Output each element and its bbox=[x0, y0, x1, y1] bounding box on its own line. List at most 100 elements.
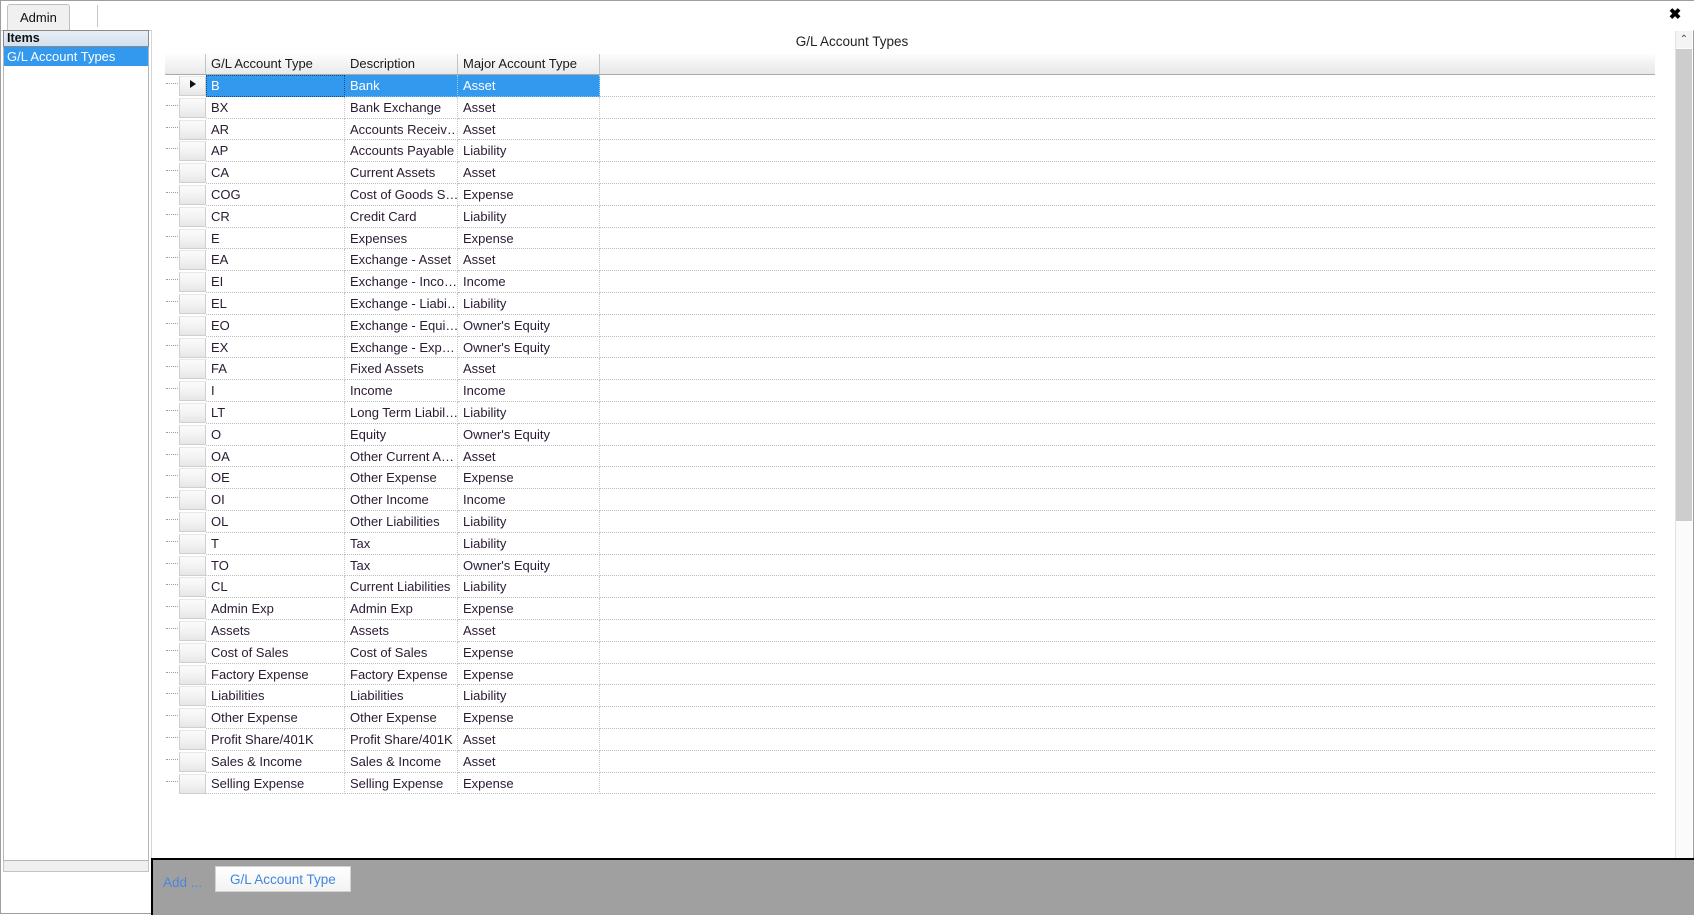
table-row[interactable]: EL Exchange - Liabi… Liability bbox=[165, 292, 1655, 315]
row-header-button[interactable] bbox=[179, 620, 206, 641]
vertical-scrollbar[interactable]: ⌃ ⌄ bbox=[1675, 31, 1692, 886]
row-header-button[interactable] bbox=[179, 686, 206, 707]
cell-account-type[interactable]: Assets bbox=[206, 619, 345, 642]
table-row[interactable]: T Tax Liability bbox=[165, 532, 1655, 555]
cell-description[interactable]: Tax bbox=[345, 554, 458, 577]
row-selector-cell[interactable] bbox=[165, 533, 206, 555]
row-header-button[interactable] bbox=[179, 141, 206, 162]
row-selector-cell[interactable] bbox=[165, 271, 206, 293]
row-selector-cell[interactable] bbox=[165, 358, 206, 380]
row-header-button[interactable] bbox=[179, 642, 206, 663]
add-gl-account-type-button[interactable]: G/L Account Type bbox=[215, 866, 351, 892]
cell-major-account-type[interactable]: Owner's Equity bbox=[458, 554, 600, 577]
cell-major-account-type[interactable]: Liability bbox=[458, 401, 600, 424]
close-icon[interactable]: ✖ bbox=[1663, 4, 1687, 26]
table-row[interactable]: OL Other Liabilities Liability bbox=[165, 510, 1655, 533]
cell-major-account-type[interactable]: Asset bbox=[458, 619, 600, 642]
cell-major-account-type[interactable]: Asset bbox=[458, 162, 600, 184]
cell-major-account-type[interactable]: Asset bbox=[458, 118, 600, 141]
row-header-button[interactable] bbox=[179, 555, 206, 576]
table-row[interactable]: OA Other Current A… Asset bbox=[165, 445, 1655, 468]
row-header-button[interactable] bbox=[179, 97, 206, 118]
cell-account-type[interactable]: CA bbox=[206, 162, 345, 184]
cell-major-account-type[interactable]: Liability bbox=[458, 576, 600, 599]
row-header-button[interactable] bbox=[179, 446, 206, 467]
cell-account-type[interactable]: OI bbox=[206, 489, 345, 511]
row-selector-cell[interactable] bbox=[165, 729, 206, 751]
cell-major-account-type[interactable]: Liability bbox=[458, 532, 600, 555]
cell-description[interactable]: Sales & Income bbox=[345, 750, 458, 773]
cell-description[interactable]: Accounts Payable bbox=[345, 140, 458, 163]
cell-major-account-type[interactable]: Owner's Equity bbox=[458, 423, 600, 446]
table-row[interactable]: Other Expense Other Expense Expense bbox=[165, 707, 1655, 729]
row-selector-cell[interactable] bbox=[165, 380, 206, 402]
row-selector-cell[interactable] bbox=[165, 402, 206, 424]
table-row[interactable]: CL Current Liabilities Liability bbox=[165, 576, 1655, 599]
cell-major-account-type[interactable]: Asset bbox=[458, 249, 600, 272]
cell-account-type[interactable]: I bbox=[206, 380, 345, 402]
table-row[interactable]: Profit Share/401K Profit Share/401K Asset bbox=[165, 728, 1655, 751]
row-header-button[interactable] bbox=[179, 468, 206, 489]
cell-major-account-type[interactable]: Liability bbox=[458, 140, 600, 163]
cell-account-type[interactable]: AR bbox=[206, 118, 345, 141]
row-selector-cell[interactable] bbox=[165, 119, 206, 141]
row-selector-cell[interactable] bbox=[165, 511, 206, 533]
cell-account-type[interactable]: E bbox=[206, 227, 345, 250]
table-row[interactable]: CA Current Assets Asset bbox=[165, 162, 1655, 184]
cell-description[interactable]: Selling Expense bbox=[345, 772, 458, 795]
cell-account-type[interactable]: EI bbox=[206, 271, 345, 293]
row-selector-cell[interactable] bbox=[165, 576, 206, 598]
scrollbar-thumb[interactable] bbox=[1676, 49, 1692, 521]
scroll-up-icon[interactable]: ⌃ bbox=[1676, 31, 1692, 48]
cell-account-type[interactable]: OE bbox=[206, 467, 345, 490]
row-selector-cell[interactable] bbox=[165, 598, 206, 620]
cell-description[interactable]: Other Income bbox=[345, 489, 458, 511]
row-header-button[interactable] bbox=[179, 184, 206, 205]
row-selector-cell[interactable] bbox=[165, 620, 206, 642]
cell-account-type[interactable]: B bbox=[206, 75, 345, 97]
row-selector-cell[interactable] bbox=[165, 773, 206, 795]
row-selector-cell[interactable] bbox=[165, 293, 206, 315]
cell-description[interactable]: Exchange - Inco… bbox=[345, 271, 458, 293]
table-row[interactable]: EA Exchange - Asset Asset bbox=[165, 249, 1655, 272]
row-selector-cell[interactable] bbox=[165, 249, 206, 271]
sidebar-item-gl-account-types[interactable]: G/L Account Types bbox=[4, 47, 148, 66]
cell-account-type[interactable]: CR bbox=[206, 205, 345, 228]
cell-account-type[interactable]: EX bbox=[206, 336, 345, 359]
cell-account-type[interactable]: Other Expense bbox=[206, 707, 345, 729]
cell-account-type[interactable]: EL bbox=[206, 292, 345, 315]
table-row[interactable]: CR Credit Card Liability bbox=[165, 205, 1655, 228]
row-selector-cell[interactable] bbox=[165, 315, 206, 337]
cell-account-type[interactable]: Sales & Income bbox=[206, 750, 345, 773]
cell-major-account-type[interactable]: Asset bbox=[458, 750, 600, 773]
cell-major-account-type[interactable]: Expense bbox=[458, 467, 600, 490]
cell-account-type[interactable]: EO bbox=[206, 314, 345, 337]
cell-account-type[interactable]: Profit Share/401K bbox=[206, 728, 345, 751]
table-row[interactable]: FA Fixed Assets Asset bbox=[165, 358, 1655, 381]
cell-account-type[interactable]: COG bbox=[206, 183, 345, 206]
row-selector-cell[interactable] bbox=[165, 206, 206, 228]
row-header-button[interactable] bbox=[179, 708, 206, 729]
row-selector-cell[interactable] bbox=[165, 489, 206, 511]
cell-account-type[interactable]: TO bbox=[206, 554, 345, 577]
table-row[interactable]: LT Long Term Liabil… Liability bbox=[165, 401, 1655, 424]
cell-account-type[interactable]: EA bbox=[206, 249, 345, 272]
row-header-button[interactable] bbox=[179, 533, 206, 554]
table-row[interactable]: Factory Expense Factory Expense Expense bbox=[165, 663, 1655, 686]
column-header-description[interactable]: Description bbox=[345, 54, 458, 74]
cell-major-account-type[interactable]: Expense bbox=[458, 772, 600, 795]
cell-description[interactable]: Cost of Sales bbox=[345, 641, 458, 664]
add-label[interactable]: Add ... bbox=[163, 875, 202, 890]
row-header-button[interactable] bbox=[179, 664, 206, 685]
cell-account-type[interactable]: Admin Exp bbox=[206, 598, 345, 620]
cell-description[interactable]: Current Liabilities bbox=[345, 576, 458, 599]
row-header-button[interactable] bbox=[179, 402, 206, 423]
cell-major-account-type[interactable]: Asset bbox=[458, 75, 600, 97]
row-selector-cell[interactable] bbox=[165, 162, 206, 184]
table-row[interactable]: COG Cost of Goods S… Expense bbox=[165, 183, 1655, 206]
cell-major-account-type[interactable]: Liability bbox=[458, 685, 600, 708]
cell-description[interactable]: Fixed Assets bbox=[345, 358, 458, 381]
table-row[interactable]: TO Tax Owner's Equity bbox=[165, 554, 1655, 577]
row-selector-cell[interactable] bbox=[165, 337, 206, 359]
row-header-button[interactable] bbox=[179, 228, 206, 249]
